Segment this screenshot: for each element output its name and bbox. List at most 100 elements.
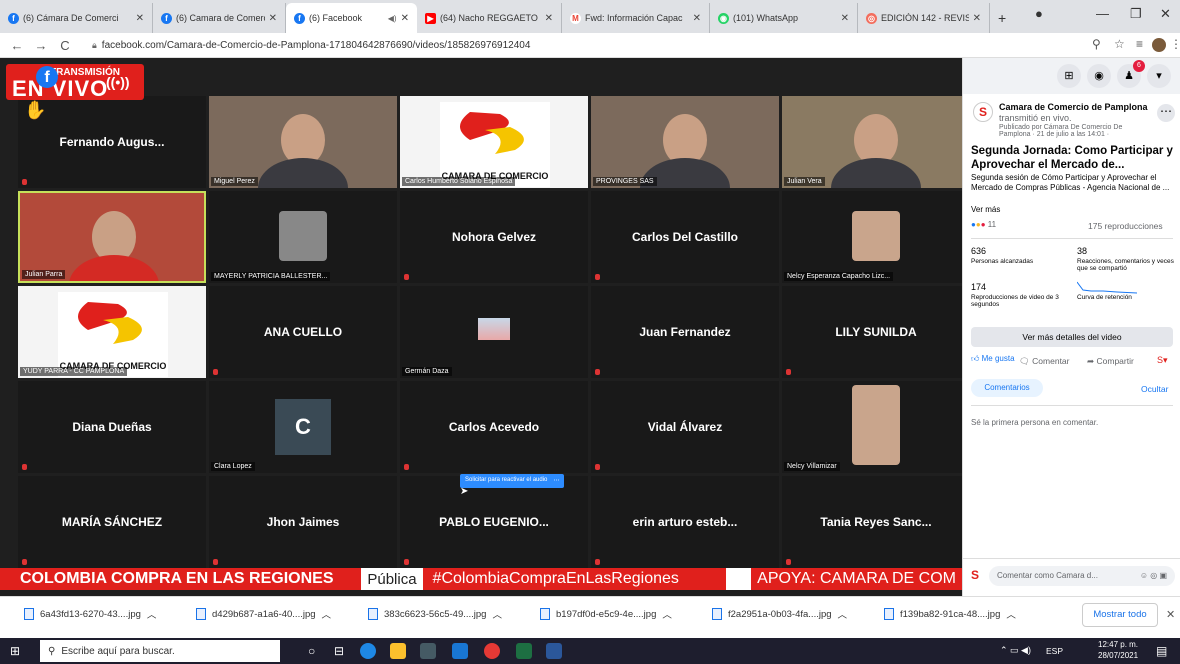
zoom-icon[interactable]: ⚲ xyxy=(1092,37,1101,51)
close-tab-icon[interactable]: ✕ xyxy=(401,13,409,24)
chrome-icon[interactable] xyxy=(484,643,500,659)
forward-arrow-icon[interactable]: → xyxy=(34,38,48,53)
close-tab-icon[interactable]: ✕ xyxy=(973,13,981,24)
reload-icon[interactable]: C xyxy=(58,38,72,53)
close-tab-icon[interactable]: ✕ xyxy=(841,13,849,24)
download-item[interactable]: 6a43fd13-6270-43....jpg ︿ xyxy=(24,607,156,621)
close-tab-icon[interactable]: ✕ xyxy=(136,13,144,24)
audio-tooltip[interactable]: Solicitar para reactivar el audio ⋯ xyxy=(460,474,565,488)
profile-avatar[interactable] xyxy=(1152,38,1166,52)
cortana-icon[interactable]: ○ xyxy=(308,644,315,658)
tab-camara-comercio-2[interactable]: f (6) Camara de Comerci ✕ xyxy=(153,3,286,33)
close-window-icon[interactable]: ✕ xyxy=(1160,6,1171,22)
more-options-icon[interactable]: ⋯ xyxy=(1157,104,1175,122)
clock-time[interactable]: 12:47 p. m. xyxy=(1098,640,1138,649)
participant-tile[interactable]: CAMARA DE COMERCIO Carlos Humberto Solano… xyxy=(400,96,588,188)
download-item[interactable]: f139ba82-91ca-48....jpg ︿ xyxy=(884,607,1016,621)
star-icon[interactable]: ☆ xyxy=(1114,37,1125,51)
chevron-up-icon[interactable]: ︿ xyxy=(322,607,332,621)
participant-tile[interactable]: PROVINGES SAS xyxy=(591,96,779,188)
chevron-up-icon[interactable]: ︿ xyxy=(838,607,848,621)
close-tab-icon[interactable]: ✕ xyxy=(269,13,277,24)
show-all-downloads-button[interactable]: Mostrar todo xyxy=(1082,603,1158,627)
participant-tile[interactable]: C Clara Lopez xyxy=(209,381,397,473)
hide-comments-link[interactable]: Ocultar xyxy=(1141,384,1168,394)
participant-tile[interactable]: Vidal Álvarez xyxy=(591,381,779,473)
participant-tile[interactable]: Carlos Acevedo xyxy=(400,381,588,473)
participant-tile[interactable]: Julian Vera xyxy=(782,96,962,188)
chevron-up-icon[interactable]: ︿ xyxy=(662,607,672,621)
clock-date[interactable]: 28/07/2021 xyxy=(1098,651,1138,660)
participant-tile[interactable]: Diana Dueñas xyxy=(18,381,206,473)
store-icon[interactable] xyxy=(420,643,436,659)
participant-tile[interactable]: ANA CUELLO xyxy=(209,286,397,378)
download-item[interactable]: d429b687-a1a6-40....jpg ︿ xyxy=(196,607,331,621)
tab-whatsapp[interactable]: ◉ (101) WhatsApp ✕ xyxy=(710,3,858,33)
url-field[interactable]: 🔒︎ facebook.com/Camara-de-Comercio-de-Pam… xyxy=(92,36,1072,55)
close-tab-icon[interactable]: ✕ xyxy=(693,13,701,24)
download-item[interactable]: b197df0d-e5c9-4e....jpg ︿ xyxy=(540,607,672,621)
menu-dots-icon[interactable]: ⋮ xyxy=(1170,37,1180,51)
participant-tile[interactable]: Julian Parra xyxy=(18,191,206,283)
reactions-row[interactable]: ●●● 11 xyxy=(971,220,996,229)
participant-tile[interactable]: Jhon Jaimes xyxy=(209,476,397,568)
word-icon[interactable] xyxy=(546,643,562,659)
participant-tile[interactable]: erin arturo esteb... xyxy=(591,476,779,568)
task-view-icon[interactable]: ⊟ xyxy=(334,644,344,658)
participant-tile[interactable]: LILY SUNILDA xyxy=(782,286,962,378)
like-button[interactable]: 👍︎ Me gusta xyxy=(971,354,1015,364)
participant-tile[interactable]: PABLO EUGENIO... xyxy=(400,476,588,568)
excel-icon[interactable] xyxy=(516,643,532,659)
participant-tile[interactable]: Nohora Gelvez xyxy=(400,191,588,283)
mail-icon[interactable] xyxy=(452,643,468,659)
minimize-icon[interactable]: — xyxy=(1096,6,1109,21)
account-chevron-icon[interactable]: ▾ xyxy=(1147,64,1171,88)
audio-icon[interactable]: ◀) xyxy=(388,14,397,23)
more-dots-icon[interactable]: ⋯ xyxy=(553,477,559,485)
comment-button[interactable]: 🗨︎ Comentar xyxy=(1019,356,1070,367)
participant-tile[interactable]: MARÍA SÁNCHEZ xyxy=(18,476,206,568)
profile-dot-icon[interactable]: ● xyxy=(1035,6,1043,21)
comments-tab[interactable]: Comentarios xyxy=(971,379,1043,397)
emoji-camera-icons[interactable]: ☺ ◎ ▣ xyxy=(1140,571,1167,581)
chevron-up-icon[interactable]: ︿ xyxy=(492,607,502,621)
tab-facebook-active[interactable]: f (6) Facebook ◀) ✕ xyxy=(286,3,417,33)
download-item[interactable]: f2a2951a-0b03-4fa....jpg ︿ xyxy=(712,607,847,621)
language-indicator[interactable]: ESP xyxy=(1046,646,1063,656)
page-name-link[interactable]: Camara de Comercio de Pamplona xyxy=(999,102,1154,112)
edge-icon[interactable] xyxy=(360,643,376,659)
participant-tile[interactable]: MAYERLY PATRICIA BALLESTER... xyxy=(209,191,397,283)
participant-tile[interactable]: Juan Fernandez xyxy=(591,286,779,378)
participant-tile[interactable]: CAMARA DE COMERCIO YUDY PARRA - CC PAMPLO… xyxy=(18,286,206,378)
chevron-up-icon[interactable]: ︿ xyxy=(1006,607,1016,621)
close-tab-icon[interactable]: ✕ xyxy=(545,13,553,24)
reading-list-icon[interactable]: ≡ xyxy=(1136,37,1143,51)
windows-start-icon[interactable]: ⊞ xyxy=(10,644,20,658)
download-item[interactable]: 383c6623-56c5-49....jpg ︿ xyxy=(368,607,502,621)
taskbar-search-input[interactable]: ⚲ Escribe aquí para buscar. xyxy=(40,640,280,662)
page-avatar[interactable]: S xyxy=(973,102,993,122)
participant-tile[interactable]: Carlos Del Castillo xyxy=(591,191,779,283)
participant-tile[interactable]: Nelcy Esperanza Capacho Lizc... xyxy=(782,191,962,283)
tab-youtube[interactable]: ▶ (64) Nacho REGGAETO ✕ xyxy=(417,3,562,33)
participant-tile[interactable]: Miguel Perez xyxy=(209,96,397,188)
share-button[interactable]: ➦ Compartir xyxy=(1087,356,1134,367)
new-tab-button[interactable]: + xyxy=(990,3,1020,33)
tab-revista[interactable]: ◎EDICIÓN 142 - REVISTA✕ xyxy=(858,3,990,33)
chevron-up-icon[interactable]: ︿ xyxy=(147,607,157,621)
close-downloads-icon[interactable]: ✕ xyxy=(1166,608,1175,621)
tab-gmail[interactable]: M Fwd: Información Capac ✕ xyxy=(562,3,710,33)
page-reaction-selector[interactable]: S▾ xyxy=(1157,355,1168,366)
participant-tile[interactable]: Germán Daza xyxy=(400,286,588,378)
participant-tile[interactable]: Nelcy Villamizar xyxy=(782,381,962,473)
back-arrow-icon[interactable]: ← xyxy=(10,38,24,53)
see-more-link[interactable]: Ver más xyxy=(971,205,1000,214)
live-video-player[interactable]: TRANSMISIÓN EN VIVO f ((•)) Fernando Aug… xyxy=(0,58,962,596)
grid-menu-icon[interactable]: ⊞ xyxy=(1057,64,1081,88)
file-explorer-icon[interactable] xyxy=(390,643,406,659)
more-details-button[interactable]: Ver más detalles del video xyxy=(971,327,1173,347)
participant-tile[interactable]: Tania Reyes Sanc... xyxy=(782,476,962,568)
notification-center-icon[interactable]: ▤ xyxy=(1156,644,1167,658)
messenger-icon[interactable]: ◉ xyxy=(1087,64,1111,88)
maximize-icon[interactable]: ❐ xyxy=(1130,6,1142,22)
